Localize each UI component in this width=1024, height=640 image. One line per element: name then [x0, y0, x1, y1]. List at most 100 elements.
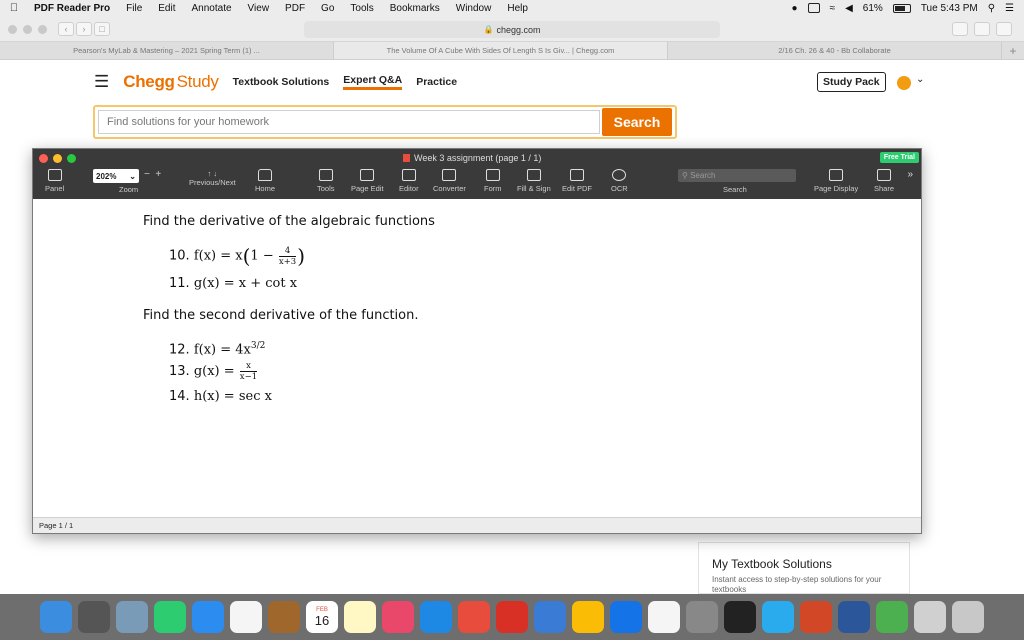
tool-prev-next[interactable]: ↑ ↓ Previous/Next: [189, 169, 236, 187]
preview-icon[interactable]: [116, 601, 148, 633]
volume-icon[interactable]: ◀: [845, 3, 853, 14]
menu-edit[interactable]: Edit: [150, 3, 183, 14]
tab-collaborate[interactable]: 2/16 Ch. 26 & 40 - Bb Collaborate: [668, 42, 1002, 59]
pdf-minimize-button[interactable]: [53, 154, 62, 163]
menu-go[interactable]: Go: [313, 3, 342, 14]
tab-pearson[interactable]: Pearson's MyLab & Mastering – 2021 Sprin…: [0, 42, 334, 59]
launchpad-icon[interactable]: [78, 601, 110, 633]
app-store-icon[interactable]: [610, 601, 642, 633]
minimize-window-button[interactable]: [23, 25, 32, 34]
pdf-search-input[interactable]: ⚲ Search: [678, 169, 796, 182]
system-preferences-icon[interactable]: [686, 601, 718, 633]
study-pack-button[interactable]: Study Pack: [817, 72, 886, 92]
menu-tools[interactable]: Tools: [342, 3, 381, 14]
sidebar-icon[interactable]: □: [94, 22, 110, 36]
tool-tools[interactable]: Tools: [317, 169, 335, 193]
new-tab-button[interactable]: +: [1002, 42, 1024, 59]
wifi-icon[interactable]: ≈: [830, 3, 836, 14]
tool-share[interactable]: Share: [874, 169, 894, 193]
pages-icon[interactable]: [648, 601, 680, 633]
fraction: x x−1: [239, 361, 258, 382]
menu-file[interactable]: File: [118, 3, 150, 14]
pdf-close-button[interactable]: [39, 154, 48, 163]
tool-fill-sign[interactable]: Fill & Sign: [517, 169, 551, 193]
nav-practice[interactable]: Practice: [416, 76, 457, 88]
word-icon[interactable]: [838, 601, 870, 633]
finder-icon[interactable]: [40, 601, 72, 633]
share-page-icon[interactable]: [974, 22, 990, 36]
address-bar[interactable]: 🔒 chegg.com: [304, 21, 720, 38]
tool-label: Form: [484, 184, 502, 193]
tool-form[interactable]: Form: [484, 169, 502, 193]
menu-help[interactable]: Help: [499, 3, 536, 14]
tool-page-display[interactable]: Page Display: [814, 169, 858, 193]
homework-search-input[interactable]: Find solutions for your homework: [98, 110, 600, 134]
close-window-button[interactable]: [8, 25, 17, 34]
apple-icon[interactable]: : [0, 2, 28, 14]
wps-icon[interactable]: [496, 601, 528, 633]
powerpoint-icon[interactable]: [800, 601, 832, 633]
heading-derivative: Find the derivative of the algebraic fun…: [143, 214, 435, 229]
edit-icon: [401, 169, 416, 181]
clock[interactable]: Tue 5:43 PM: [921, 3, 978, 14]
contacts-icon[interactable]: [268, 601, 300, 633]
textbook-solutions-card[interactable]: My Textbook Solutions Instant access to …: [698, 542, 910, 594]
spotlight-icon[interactable]: ⚲: [988, 3, 995, 14]
pdf-reader-window: Week 3 assignment (page 1 / 1) Free Tria…: [32, 148, 922, 534]
tool-label: Search: [723, 185, 747, 194]
forward-icon[interactable]: ›: [76, 22, 92, 36]
nav-expert-qa[interactable]: Expert Q&A: [343, 74, 403, 90]
menu-window[interactable]: Window: [448, 3, 500, 14]
pdf-reader-icon[interactable]: [458, 601, 490, 633]
chevron-down-icon[interactable]: ⌄: [916, 74, 924, 85]
zoom-window-button[interactable]: [38, 25, 47, 34]
photos-icon[interactable]: [230, 601, 262, 633]
battery-icon[interactable]: [892, 3, 911, 13]
calendar-icon[interactable]: FEB 16: [306, 601, 338, 633]
menu-bookmarks[interactable]: Bookmarks: [382, 3, 448, 14]
menu-app-name[interactable]: PDF Reader Pro: [28, 3, 118, 14]
problem-expr: g(x) =: [193, 364, 235, 379]
tool-converter[interactable]: Converter: [433, 169, 466, 193]
trash-icon[interactable]: [952, 601, 984, 633]
control-center-icon[interactable]: ☰: [1005, 3, 1014, 14]
tool-panel[interactable]: Panel: [45, 169, 64, 193]
tabs-overview-icon[interactable]: [996, 22, 1012, 36]
utorrent-icon[interactable]: [876, 601, 908, 633]
problem-14: 14. h(x) = sec x: [169, 389, 272, 404]
tool-ocr[interactable]: OCR: [611, 169, 628, 193]
final-cut-icon[interactable]: [724, 601, 756, 633]
chegg-logo[interactable]: Chegg Study: [123, 72, 219, 92]
avatar[interactable]: [897, 76, 911, 90]
tool-edit-pdf[interactable]: Edit PDF: [562, 169, 592, 193]
hamburger-menu-icon[interactable]: ☰: [94, 72, 109, 92]
menu-view[interactable]: View: [240, 3, 278, 14]
mic-icon[interactable]: ●: [792, 3, 798, 14]
music-icon[interactable]: [382, 601, 414, 633]
nav-textbook-solutions[interactable]: Textbook Solutions: [233, 76, 330, 88]
keynote-icon[interactable]: [534, 601, 566, 633]
menu-annotate[interactable]: Annotate: [184, 3, 240, 14]
problem-expr-part: 1 −: [250, 248, 274, 264]
menu-pdf[interactable]: PDF: [277, 3, 313, 14]
pdf-zoom-button[interactable]: [67, 154, 76, 163]
facetime-icon[interactable]: [154, 601, 186, 633]
search-button[interactable]: Search: [602, 108, 672, 136]
sync-icon[interactable]: [807, 3, 820, 13]
tool-editor[interactable]: Editor: [399, 169, 419, 193]
downloads-icon[interactable]: [914, 601, 946, 633]
more-tools-icon[interactable]: »: [907, 169, 913, 180]
safari-icon[interactable]: [420, 601, 452, 633]
messages-icon[interactable]: [192, 601, 224, 633]
zoom-stepper[interactable]: − +: [144, 169, 161, 180]
extension-icon[interactable]: [952, 22, 968, 36]
notes-icon[interactable]: [344, 601, 376, 633]
chrome-icon[interactable]: [572, 601, 604, 633]
telegram-icon[interactable]: [762, 601, 794, 633]
free-trial-badge[interactable]: Free Trial: [879, 152, 919, 163]
tool-page-edit[interactable]: Page Edit: [351, 169, 384, 193]
back-icon[interactable]: ‹: [58, 22, 74, 36]
tab-chegg[interactable]: The Volume Of A Cube With Sides Of Lengt…: [334, 42, 668, 59]
tool-home[interactable]: Home: [255, 169, 275, 193]
zoom-select[interactable]: 202% ⌄: [93, 169, 139, 183]
